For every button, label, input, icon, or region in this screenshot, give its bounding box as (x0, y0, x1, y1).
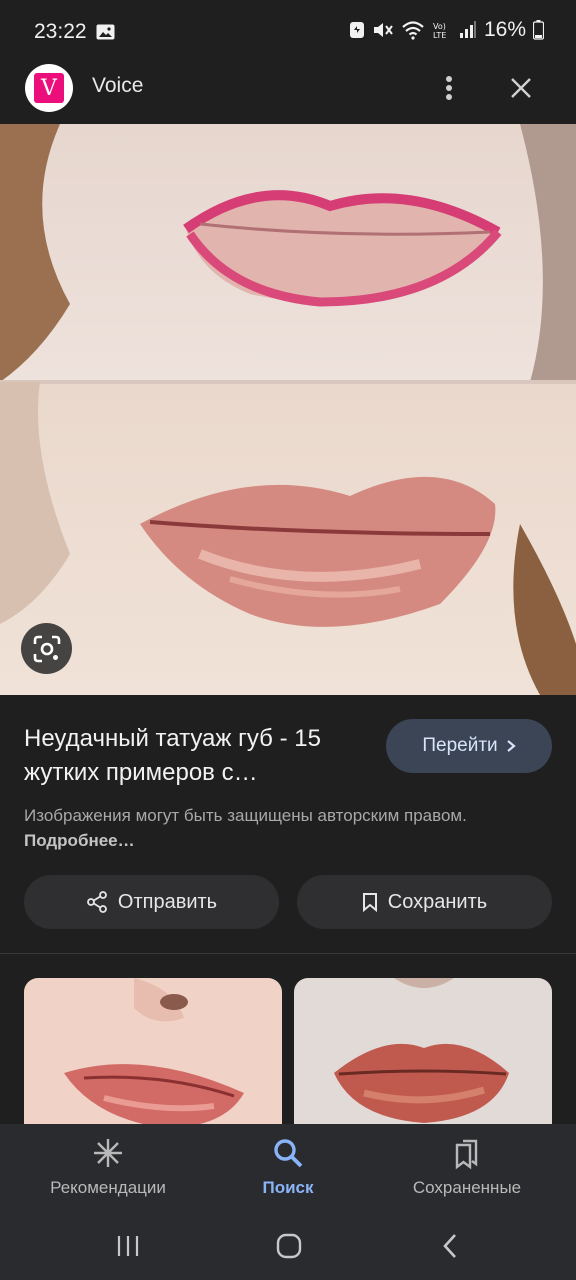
more-options-button[interactable] (432, 68, 466, 108)
result-image[interactable] (0, 124, 576, 695)
system-navigation-bar (0, 1212, 576, 1280)
wifi-icon (402, 21, 424, 40)
bookmarks-icon (455, 1139, 478, 1170)
copyright-notice: Изображения могут быть защищены авторски… (24, 803, 494, 853)
nav-recommendations[interactable]: Рекомендации (18, 1136, 198, 1198)
lens-icon (33, 635, 60, 662)
nav-saved[interactable]: Сохраненные (377, 1136, 557, 1198)
battery-icon (533, 20, 544, 40)
status-bar: 23:22 Vo) LTE 16% (0, 0, 576, 62)
share-icon (87, 891, 107, 913)
sparkle-icon (94, 1139, 122, 1167)
share-label: Отправить (117, 890, 218, 913)
result-title[interactable]: Неудачный татуаж губ - 15 жутких примеро… (24, 722, 364, 790)
svg-text:Vo): Vo) (433, 22, 446, 31)
copyright-text: Изображения могут быть защищены авторски… (24, 806, 467, 825)
bottom-navigation: Рекомендации Поиск Сохраненные (0, 1124, 576, 1212)
visit-button[interactable]: Перейти (386, 719, 552, 773)
save-button[interactable]: Сохранить (297, 875, 552, 929)
mute-icon (373, 23, 393, 37)
divider (0, 953, 576, 954)
site-logo: V (25, 64, 73, 112)
lips-before-after-image (0, 124, 576, 695)
related-lips-image-1 (24, 978, 282, 1138)
recents-icon (117, 1236, 139, 1256)
svg-text:LTE: LTE (433, 31, 446, 40)
back-icon (443, 1234, 456, 1258)
nav-search[interactable]: Поиск (198, 1136, 378, 1198)
recents-button[interactable] (108, 1230, 148, 1262)
close-button[interactable] (502, 68, 540, 108)
status-time: 23:22 (34, 20, 87, 43)
learn-more-link[interactable]: Подробнее… (24, 831, 135, 850)
gallery-icon (96, 24, 115, 40)
volte-icon: Vo)LTE (433, 22, 446, 40)
back-button[interactable] (430, 1230, 470, 1262)
related-lips-image-2 (294, 978, 552, 1138)
search-icon (274, 1139, 303, 1168)
save-label: Сохранить (387, 890, 488, 913)
google-lens-button[interactable] (21, 623, 72, 674)
home-icon (276, 1233, 302, 1259)
nav-label: Сохраненные (412, 1178, 522, 1197)
home-button[interactable] (269, 1230, 309, 1262)
site-name: Voice (92, 74, 144, 97)
visit-label: Перейти (422, 735, 498, 756)
bookmark-icon (362, 893, 377, 912)
nav-label: Поиск (262, 1178, 314, 1197)
share-button[interactable]: Отправить (24, 875, 279, 929)
related-image[interactable] (24, 978, 282, 1138)
close-icon (511, 78, 531, 98)
voice-logo-icon: V (34, 73, 64, 103)
battery-percent: 16% (483, 18, 526, 41)
related-image[interactable] (294, 978, 552, 1138)
nav-label: Рекомендации (50, 1178, 166, 1197)
status-icons: Vo) LTE 16% (349, 18, 544, 42)
sync-icon (349, 22, 364, 38)
more-vert-icon (446, 76, 452, 100)
signal-icon (459, 21, 476, 38)
result-header: V Voice (0, 62, 576, 124)
chevron-right-icon (506, 740, 516, 752)
